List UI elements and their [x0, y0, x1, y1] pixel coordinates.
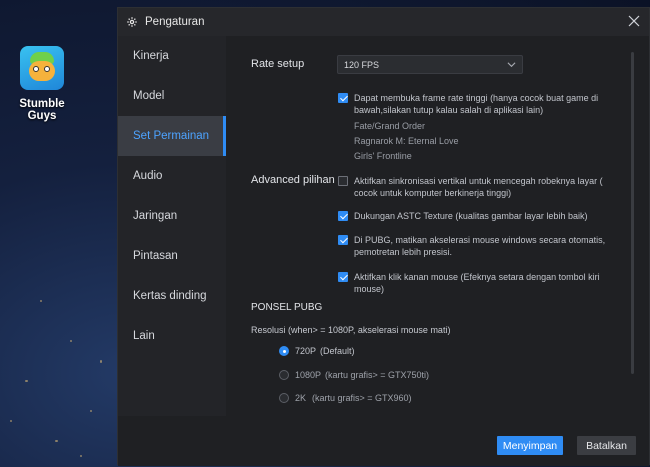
- sidebar-item-kertas-dinding[interactable]: Kertas dinding: [118, 276, 226, 316]
- rate-select[interactable]: 120 FPS: [337, 55, 523, 74]
- dialog-title: Pengaturan: [145, 16, 205, 28]
- resolution-radio-720p[interactable]: [279, 346, 289, 356]
- high-fps-checkbox[interactable]: [338, 93, 348, 103]
- resolution-radio-1080p[interactable]: [279, 370, 289, 380]
- astc-text: Dukungan ASTC Texture (kualitas gambar l…: [354, 211, 588, 221]
- resolution-option-note: (kartu grafis> = GTX750ti): [325, 370, 430, 380]
- vsync-text-line1: Aktifkan sinkronisasi vertikal untuk men…: [354, 176, 603, 186]
- right-click-checkbox[interactable]: [338, 272, 348, 282]
- content-scrollbar[interactable]: [631, 52, 634, 374]
- pubg-mouse-checkbox[interactable]: [338, 235, 348, 245]
- pubg-mouse-text-line2: pemotretan lebih presisi.: [354, 247, 453, 257]
- right-click-text-line1: Aktifkan klik kanan mouse (Efeknya setar…: [354, 272, 600, 282]
- game-list-item: Girls' Frontline: [354, 151, 412, 161]
- resolution-option-res: 2K: [295, 393, 307, 403]
- advanced-label: Advanced pilihan: [251, 174, 335, 186]
- desktop-shortcut-label: Stumble Guys: [19, 98, 65, 122]
- dialog-footer: Menyimpan Batalkan: [118, 416, 649, 466]
- high-fps-text-line1: Dapat membuka frame rate tinggi (hanya c…: [354, 93, 599, 103]
- sidebar-item-set-permainan[interactable]: Set Permainan: [118, 116, 226, 156]
- pubg-section-title: PONSEL PUBG: [251, 302, 323, 313]
- save-button[interactable]: Menyimpan: [497, 436, 563, 455]
- rate-select-value: 120 FPS: [344, 59, 380, 70]
- resolution-radio-2k[interactable]: [279, 393, 289, 403]
- resolution-option-res: 720P: [295, 346, 317, 356]
- sidebar-item-pintasan[interactable]: Pintasan: [118, 236, 226, 276]
- resolution-label: Resolusi (when> = 1080P, akselerasi mous…: [251, 325, 451, 335]
- sidebar-item-model[interactable]: Model: [118, 76, 226, 116]
- sidebar-item-lain[interactable]: Lain: [118, 316, 226, 356]
- pubg-mouse-text-line1: Di PUBG, matikan akselerasi mouse window…: [354, 235, 606, 245]
- game-list-item: Ragnarok M: Eternal Love: [354, 136, 459, 146]
- sidebar-item-jaringan[interactable]: Jaringan: [118, 196, 226, 236]
- close-icon[interactable]: [627, 14, 641, 28]
- resolution-option-note: (Default): [320, 346, 355, 356]
- dialog-titlebar: Pengaturan: [118, 8, 649, 36]
- right-click-text-line2: mouse): [354, 284, 385, 294]
- vsync-checkbox[interactable]: [338, 176, 348, 186]
- high-fps-text-line2: bawah,silakan tutup kalau salah di aplik…: [354, 105, 544, 115]
- settings-sidebar: Kinerja Model Set Permainan Audio Jaring…: [118, 36, 226, 416]
- cancel-button[interactable]: Batalkan: [577, 436, 636, 455]
- astc-checkbox[interactable]: [338, 211, 348, 221]
- sidebar-item-audio[interactable]: Audio: [118, 156, 226, 196]
- sidebar-item-kinerja[interactable]: Kinerja: [118, 36, 226, 76]
- gear-icon: [127, 17, 137, 27]
- chevron-down-icon: [507, 62, 516, 68]
- desktop-shortcut-stumble-guys[interactable]: Stumble Guys: [4, 46, 80, 122]
- settings-content: Rate setup 120 FPS Dapat membuka frame r…: [226, 36, 650, 416]
- settings-dialog: Pengaturan Kinerja Model Set Permainan A…: [117, 7, 650, 466]
- resolution-option-res: 1080P: [295, 370, 322, 380]
- vsync-text-line2: cocok untuk komputer berkinerja tinggi): [354, 188, 512, 198]
- game-list-item: Fate/Grand Order: [354, 121, 426, 131]
- rate-setup-label: Rate setup: [251, 58, 305, 70]
- stumble-guys-app-icon: [20, 46, 64, 90]
- resolution-option-note: (kartu grafis> = GTX960): [312, 393, 412, 403]
